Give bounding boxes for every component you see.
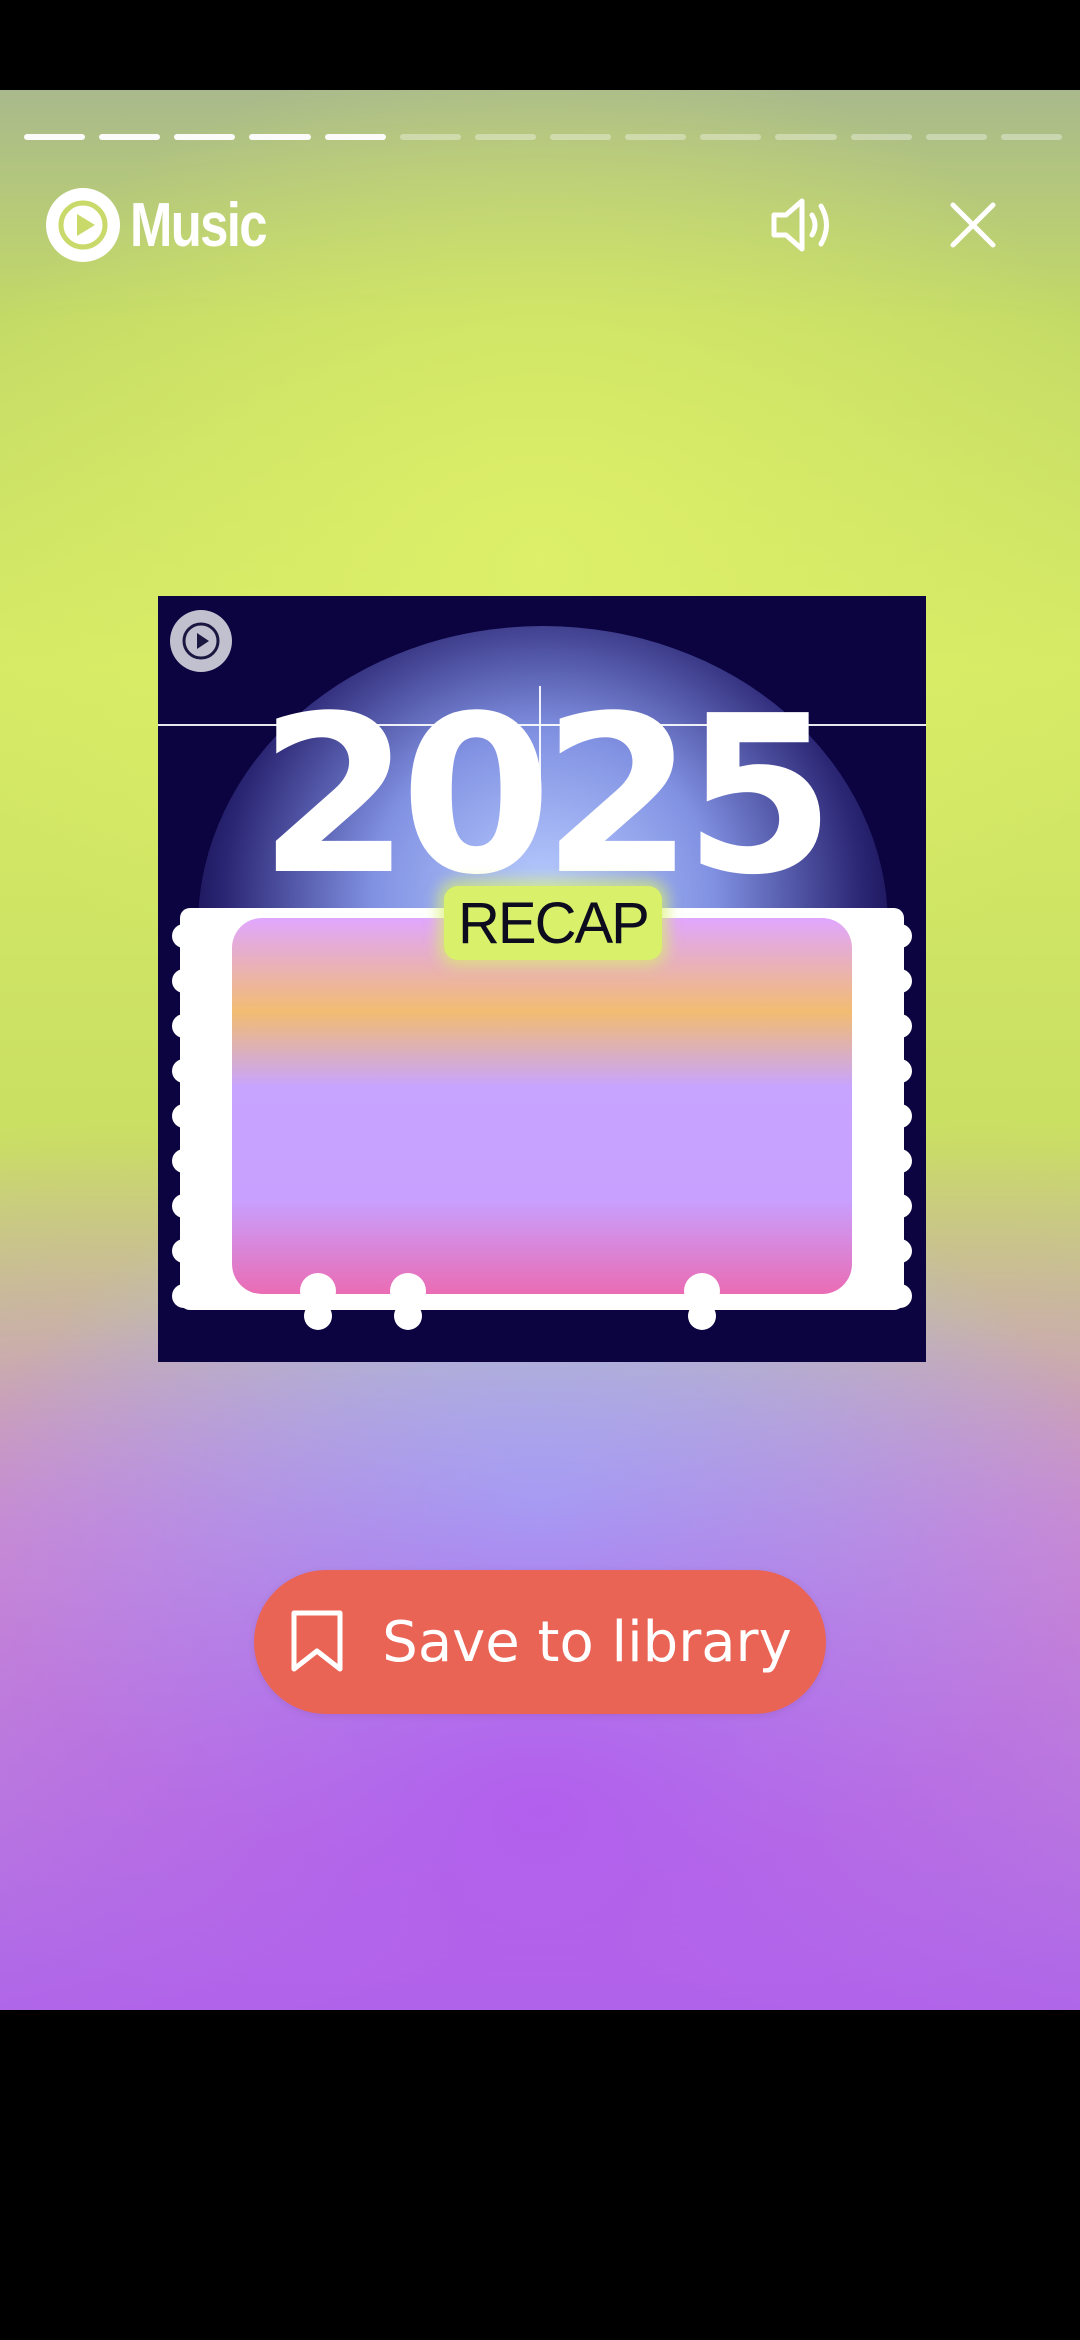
navigation-bar-area bbox=[0, 2010, 1080, 2340]
youtube-music-play-icon bbox=[46, 188, 120, 262]
progress-segment bbox=[625, 134, 687, 140]
youtube-music-logo: Music bbox=[46, 180, 296, 270]
progress-segment bbox=[474, 134, 536, 140]
story-progress-bar bbox=[24, 134, 1062, 140]
progress-segment bbox=[850, 134, 912, 140]
progress-segment bbox=[399, 134, 461, 140]
progress-segment bbox=[249, 134, 311, 140]
stamp-frame bbox=[172, 908, 912, 1330]
close-button[interactable] bbox=[938, 190, 1008, 260]
recap-album-art[interactable]: 2025 RECAP bbox=[158, 596, 926, 1362]
progress-segment bbox=[174, 134, 236, 140]
logo-text: Music bbox=[130, 190, 268, 260]
progress-segment bbox=[775, 134, 837, 140]
progress-segment bbox=[549, 134, 612, 140]
progress-segment bbox=[99, 134, 161, 140]
progress-segment bbox=[324, 134, 386, 140]
recap-badge: RECAP bbox=[444, 886, 662, 960]
progress-segment bbox=[700, 134, 762, 140]
speaker-icon bbox=[771, 198, 829, 252]
save-button-label: Save to library bbox=[382, 1609, 792, 1675]
bookmark-icon bbox=[291, 1610, 343, 1672]
mute-toggle-button[interactable] bbox=[766, 190, 840, 260]
save-to-library-button[interactable]: Save to library bbox=[254, 1570, 826, 1714]
progress-segment bbox=[1000, 134, 1062, 140]
recap-story[interactable]: Music 2025 RECAP Save to library bbox=[0, 90, 1080, 2010]
story-header: Music bbox=[0, 180, 1080, 270]
close-icon bbox=[950, 202, 996, 248]
progress-segment bbox=[925, 134, 987, 140]
progress-segment bbox=[24, 134, 86, 140]
status-bar bbox=[0, 0, 1080, 90]
